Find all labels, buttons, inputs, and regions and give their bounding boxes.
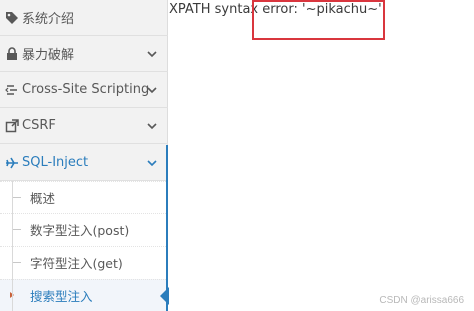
tree-line bbox=[12, 181, 13, 311]
tree-branch bbox=[12, 197, 21, 198]
sidebar-item-label: Cross-Site Scripting bbox=[22, 82, 150, 97]
submenu-item-string-injection[interactable]: 字符型注入(get) bbox=[0, 246, 168, 278]
external-link-icon bbox=[4, 118, 20, 134]
submenu-item-numeric-injection[interactable]: 数字型注入(post) bbox=[0, 213, 168, 245]
submenu-item-label: 概述 bbox=[30, 191, 56, 206]
error-message: XPATH syntax error: '~pikachu~' bbox=[169, 2, 382, 17]
submenu-item-label: 数字型注入(post) bbox=[30, 223, 130, 238]
sidebar-item-sql-inject[interactable]: SQL-Inject bbox=[0, 145, 168, 181]
chevron-down-icon[interactable] bbox=[146, 84, 158, 96]
tree-branch bbox=[12, 262, 21, 263]
watermark: CSDN @arissa666 bbox=[379, 295, 464, 306]
sidebar-item-xss[interactable]: Cross-Site Scripting bbox=[0, 72, 168, 108]
sidebar-item-label: SQL-Inject bbox=[22, 155, 89, 170]
tree-branch bbox=[12, 229, 21, 230]
sidebar-item-label: CSRF bbox=[22, 118, 56, 133]
submenu: 概述 数字型注入(post) 字符型注入(get) 搜索型注入 bbox=[0, 181, 169, 311]
plane-icon bbox=[4, 155, 20, 171]
active-indicator bbox=[166, 145, 168, 311]
sidebar-item-system-intro[interactable]: 系统介绍 bbox=[0, 0, 168, 36]
submenu-item-label: 搜索型注入 bbox=[30, 289, 93, 304]
submenu-item-overview[interactable]: 概述 bbox=[0, 181, 168, 213]
sidebar-item-brute-force[interactable]: 暴力破解 bbox=[0, 36, 168, 72]
sidebar-item-label: 暴力破解 bbox=[22, 48, 75, 63]
lock-icon bbox=[4, 46, 20, 62]
sidebar-item-label: 系统介绍 bbox=[22, 12, 75, 27]
chevron-down-icon[interactable] bbox=[146, 48, 158, 60]
sidebar: 系统介绍 暴力破解 Cross-Site Scripting CSRF SQL-… bbox=[0, 0, 169, 311]
chevron-down-icon[interactable] bbox=[146, 120, 158, 132]
submenu-item-search-injection[interactable]: 搜索型注入 bbox=[0, 279, 169, 311]
xss-icon bbox=[4, 82, 20, 98]
chevron-down-icon[interactable] bbox=[146, 157, 158, 169]
tag-icon bbox=[4, 10, 20, 26]
submenu-item-label: 字符型注入(get) bbox=[30, 256, 123, 271]
sidebar-item-csrf[interactable]: CSRF bbox=[0, 108, 168, 144]
